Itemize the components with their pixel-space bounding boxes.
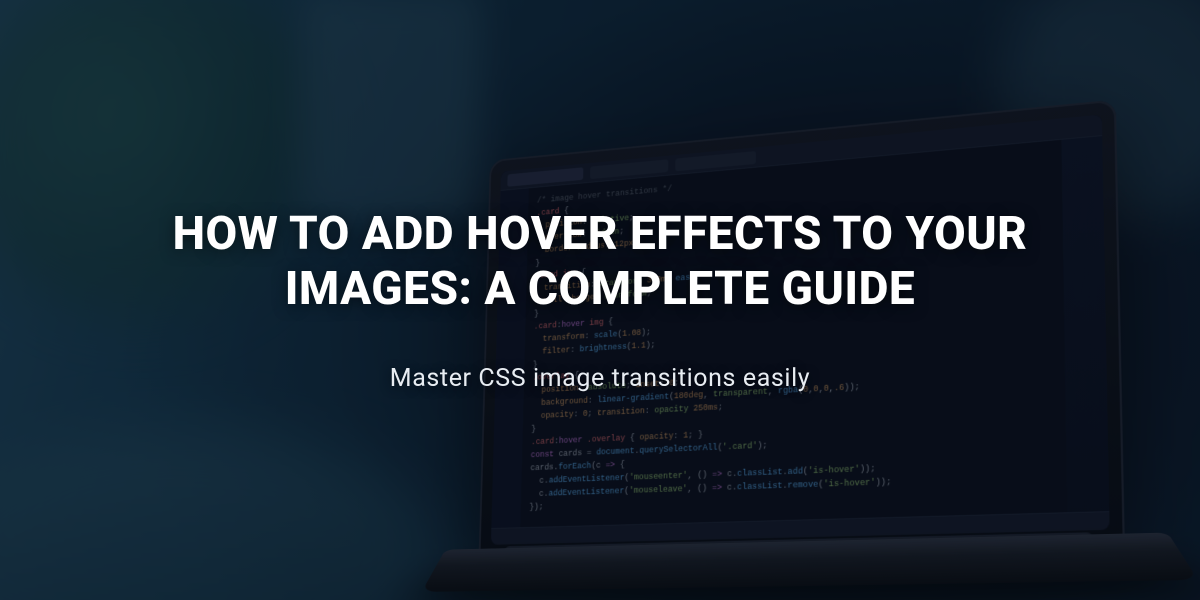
hero-banner: /* image hover transitions */ .card { po… <box>0 0 1200 600</box>
hero-subtitle: Master CSS image transitions easily <box>390 364 810 393</box>
hero-copy: HOW TO ADD HOVER EFFECTS TO YOUR IMAGES:… <box>0 0 1200 600</box>
hero-title: HOW TO ADD HOVER EFFECTS TO YOUR IMAGES:… <box>100 207 1100 316</box>
